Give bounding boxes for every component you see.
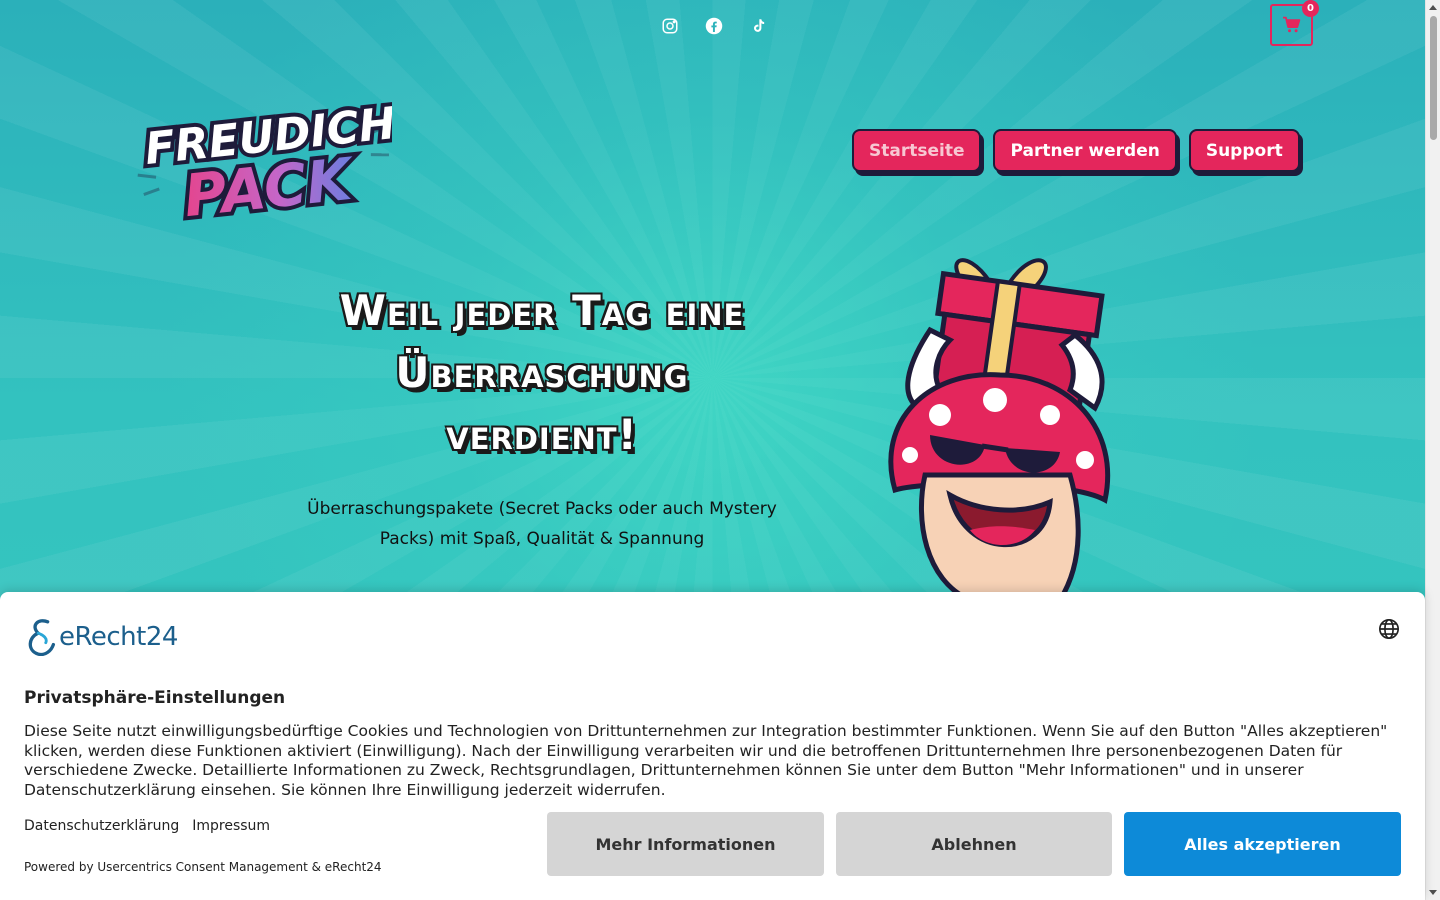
- erecht24-logo-mark-icon: [28, 619, 56, 656]
- headline-line-3: verdient!: [446, 410, 638, 459]
- freudich-pack-logo[interactable]: FREUDICH PACK: [132, 82, 392, 222]
- tiktok-icon[interactable]: [748, 16, 768, 36]
- erecht24-logo-text: eRecht24: [59, 622, 178, 652]
- headline-line-1: Weil jeder Tag eine: [339, 286, 745, 335]
- facebook-icon[interactable]: [704, 16, 724, 36]
- cart-button[interactable]: 0: [1270, 0, 1319, 46]
- scroll-up-arrow-icon[interactable]: [1429, 5, 1437, 10]
- accept-all-button[interactable]: Alles akzeptieren: [1124, 812, 1401, 876]
- cart-icon: [1282, 16, 1300, 33]
- hero-headline: Weil jeder Tag eine Überraschung verdien…: [262, 280, 822, 466]
- consent-links: Datenschutzerklärung Impressum: [24, 818, 270, 834]
- main-nav: Startseite Partner werden Support: [852, 129, 1300, 172]
- cookie-consent-banner: eRecht24 Privatsphäre-Einstellungen Dies…: [0, 592, 1425, 900]
- consent-title: Privatsphäre-Einstellungen: [24, 688, 286, 708]
- hero-subline: Überraschungspakete (Secret Packs oder a…: [307, 499, 777, 549]
- mushroom-mascot-illustration: [888, 258, 1111, 600]
- nav-startseite[interactable]: Startseite: [852, 129, 982, 172]
- scroll-down-arrow-icon[interactable]: [1429, 890, 1437, 895]
- instagram-icon[interactable]: [660, 16, 680, 36]
- powered-by-text: Powered by Usercentrics Consent Manageme…: [24, 860, 382, 874]
- privacy-policy-link[interactable]: Datenschutzerklärung: [24, 818, 179, 834]
- imprint-link[interactable]: Impressum: [192, 818, 270, 834]
- more-information-button[interactable]: Mehr Informationen: [547, 812, 824, 876]
- erecht24-logo: eRecht24: [24, 618, 178, 656]
- page-scrollbar[interactable]: [1425, 0, 1440, 900]
- nav-support[interactable]: Support: [1188, 129, 1300, 172]
- deny-button[interactable]: Ablehnen: [836, 812, 1112, 876]
- language-globe-icon[interactable]: [1378, 618, 1400, 640]
- scroll-thumb[interactable]: [1430, 16, 1437, 140]
- headline-line-2: Überraschung: [395, 348, 689, 397]
- consent-description: Diese Seite nutzt einwilligungsbedürftig…: [24, 722, 1388, 799]
- nav-partner-werden[interactable]: Partner werden: [993, 129, 1177, 172]
- social-links: [660, 16, 768, 36]
- cart-count-badge: 0: [1302, 0, 1319, 17]
